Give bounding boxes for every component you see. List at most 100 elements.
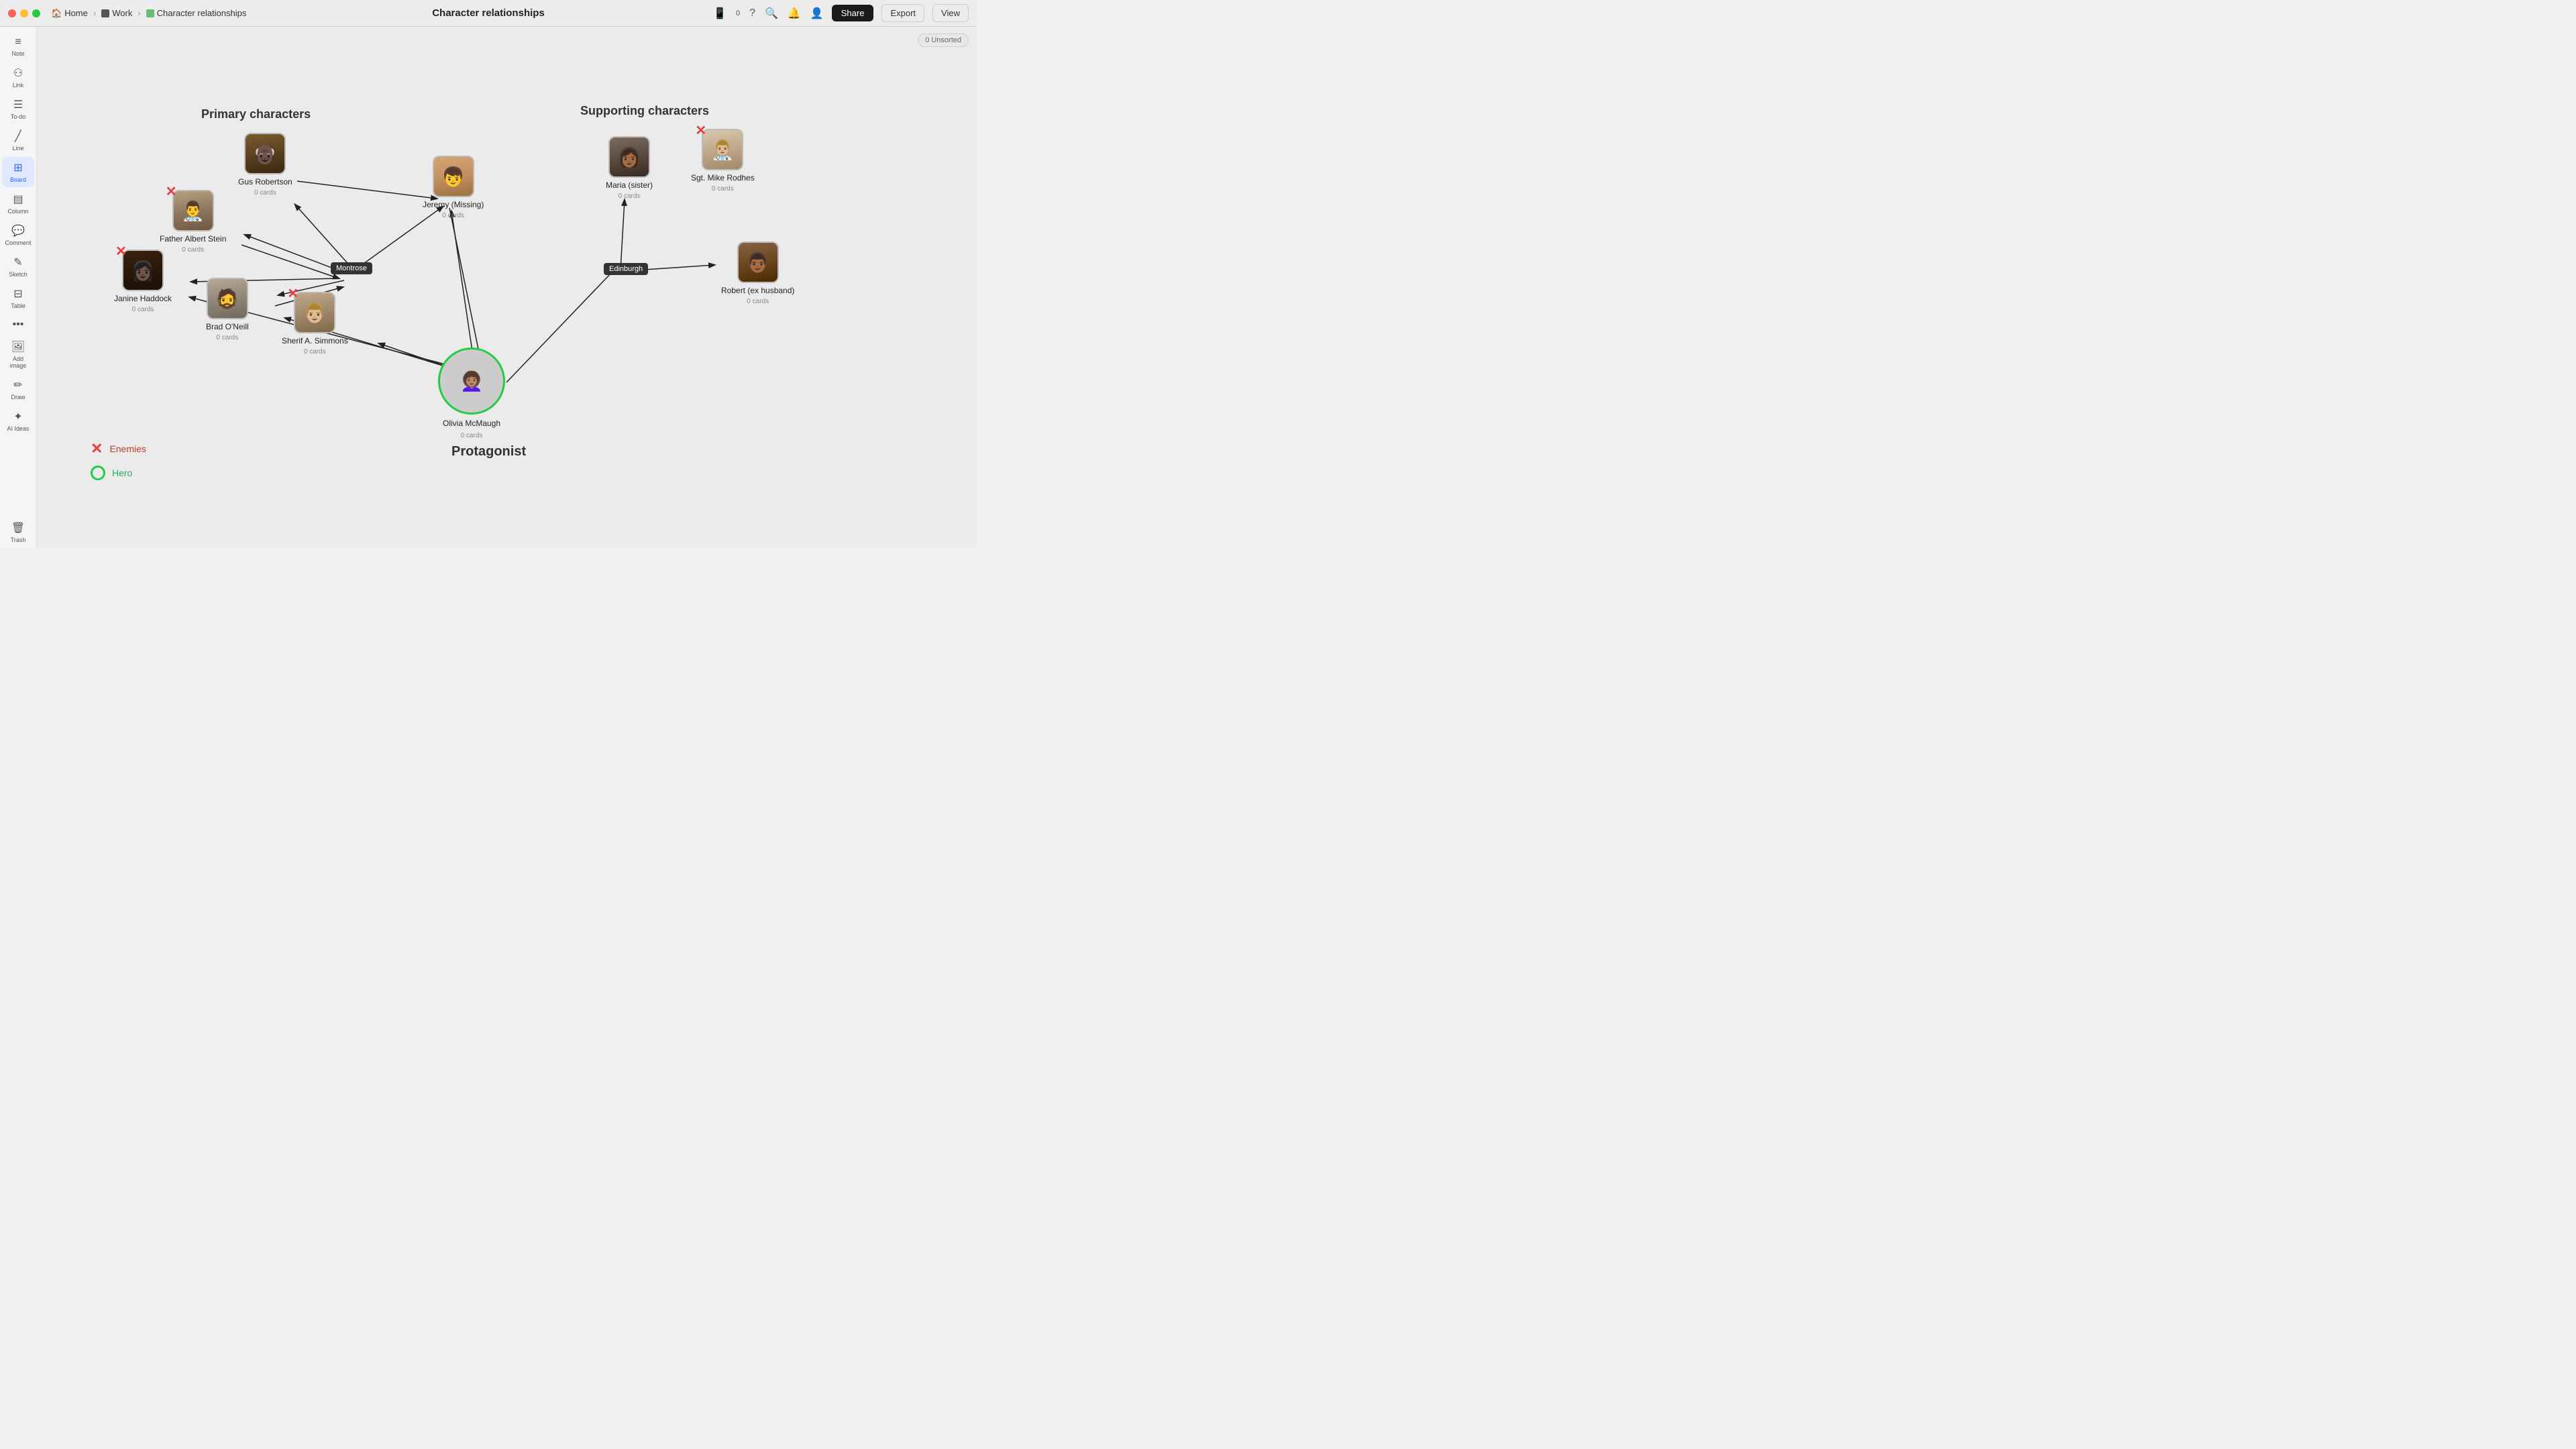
sidebar-item-link[interactable]: ⚇ Link <box>2 62 34 93</box>
titlebar-right: 📱 0 ? 🔍 🔔 👤 Share Export View <box>713 4 969 22</box>
board-icon: ⊞ <box>13 161 22 174</box>
sidebar-label-link: Link <box>13 82 24 89</box>
sidebar-item-ai-ideas[interactable]: ✦ AI Ideas <box>2 406 34 436</box>
enemy-marker-sherif: ✕ <box>287 285 299 302</box>
group-supporting-label: Supporting characters <box>580 104 709 118</box>
sidebar-item-draw[interactable]: ✏ Draw <box>2 374 34 405</box>
char-node-maria[interactable]: 👩🏾 Maria (sister) 0 cards <box>606 136 653 200</box>
sidebar: ≡ Note ⚇ Link ☰ To-do ╱ Line ⊞ Board ▤ C… <box>0 27 37 547</box>
legend-hero: Hero <box>91 466 146 480</box>
char-node-sherif[interactable]: ✕ 👨🏼 Sherif A. Simmons 0 cards <box>282 292 348 356</box>
device-icon[interactable]: 📱 <box>713 7 727 20</box>
view-button[interactable]: View <box>932 4 969 22</box>
char-name-robert: Robert (ex husband) <box>721 286 794 295</box>
sidebar-item-line[interactable]: ╱ Line <box>2 125 34 156</box>
char-cards-olivia: 0 cards <box>461 432 483 439</box>
char-node-brad[interactable]: 🧔 Brad O'Neill 0 cards <box>206 278 249 341</box>
maximize-button[interactable] <box>32 9 40 17</box>
trash-icon: 🗑 <box>11 521 25 535</box>
breadcrumb-work-label: Work <box>112 8 132 18</box>
char-name-jeremy: Jeremy (Missing) <box>423 200 484 209</box>
enemy-marker-janine: ✕ <box>115 243 127 260</box>
char-cards-sherif: 0 cards <box>304 348 326 356</box>
char-node-mike[interactable]: ✕ 👨🏼‍⚕️ Sgt. Mike Rodhes 0 cards <box>691 129 755 193</box>
sidebar-label-table: Table <box>11 303 25 309</box>
char-node-janine[interactable]: ✕ 👩🏿 Janine Haddock 0 cards <box>114 250 172 313</box>
char-cards-gus: 0 cards <box>254 189 276 197</box>
legend-hero-label: Hero <box>112 468 132 478</box>
sidebar-item-table[interactable]: ⊟ Table <box>2 283 34 313</box>
char-node-gus[interactable]: 👴🏿 Gus Robertson 0 cards <box>238 133 292 197</box>
legend-enemies-label: Enemies <box>109 443 146 454</box>
sidebar-item-column[interactable]: ▤ Column <box>2 189 34 219</box>
unsorted-badge: 0 Unsorted <box>918 34 969 47</box>
breadcrumb-doc[interactable]: Character relationships <box>146 8 247 18</box>
sidebar-label-trash: Trash <box>11 537 26 543</box>
protagonist-label: Protagonist <box>451 444 526 460</box>
legend: ✕ Enemies Hero <box>91 440 146 480</box>
char-cards-brad: 0 cards <box>216 334 238 341</box>
sidebar-label-ai-ideas: AI Ideas <box>7 425 29 432</box>
line-icon: ╱ <box>15 129 21 143</box>
char-name-olivia: Olivia McMaugh <box>443 419 500 428</box>
note-icon: ≡ <box>15 36 21 48</box>
share-button[interactable]: Share <box>832 5 874 21</box>
search-icon[interactable]: 🔍 <box>765 7 778 20</box>
help-icon[interactable]: ? <box>749 7 755 19</box>
toolbar-icons: 📱 0 ? 🔍 🔔 👤 <box>713 7 824 20</box>
todo-icon: ☰ <box>13 98 23 111</box>
enemies-icon: ✕ <box>91 440 103 458</box>
sidebar-item-more[interactable]: ••• <box>2 315 34 335</box>
legend-enemies: ✕ Enemies <box>91 440 146 458</box>
char-name-gus: Gus Robertson <box>238 177 292 186</box>
char-node-olivia[interactable]: 👩🏽‍🦱 Olivia McMaugh 0 cards <box>438 347 505 439</box>
sidebar-label-board: Board <box>10 176 26 183</box>
group-primary-label: Primary characters <box>201 107 311 121</box>
char-name-mike: Sgt. Mike Rodhes <box>691 173 755 182</box>
sidebar-label-note: Note <box>11 50 24 57</box>
ai-ideas-icon: ✦ <box>13 410 22 423</box>
comment-icon: 💬 <box>11 224 25 237</box>
draw-icon: ✏ <box>13 378 22 392</box>
char-cards-janine: 0 cards <box>132 306 154 313</box>
hero-icon <box>91 466 105 480</box>
sidebar-item-board[interactable]: ⊞ Board <box>2 157 34 187</box>
close-button[interactable] <box>8 9 16 17</box>
relationship-arrows <box>37 27 977 547</box>
sidebar-label-todo: To-do <box>11 113 26 120</box>
sidebar-label-add-image: Add image <box>5 356 32 369</box>
breadcrumb-work[interactable]: Work <box>101 8 132 18</box>
char-cards-maria: 0 cards <box>619 193 641 200</box>
page-title: Character relationships <box>432 7 545 19</box>
breadcrumb-home-label: Home <box>64 8 88 18</box>
profile-icon[interactable]: 👤 <box>810 7 824 20</box>
sidebar-item-trash[interactable]: 🗑 Trash <box>2 517 34 547</box>
export-button[interactable]: Export <box>881 4 924 22</box>
sidebar-item-add-image[interactable]: 🖼 Add image <box>2 336 34 373</box>
breadcrumb: 🏠 Home › Work › Character relationships <box>51 8 246 19</box>
sidebar-item-sketch[interactable]: ✎ Sketch <box>2 252 34 282</box>
char-name-brad: Brad O'Neill <box>206 322 249 331</box>
sidebar-item-note[interactable]: ≡ Note <box>2 32 34 61</box>
breadcrumb-home[interactable]: 🏠 Home <box>51 8 88 19</box>
main-canvas[interactable]: 0 Unsorted Primary characters Supporting… <box>37 27 977 547</box>
sketch-icon: ✎ <box>13 256 22 269</box>
breadcrumb-doc-label: Character relationships <box>157 8 247 18</box>
table-icon: ⊟ <box>13 287 22 301</box>
char-node-albert[interactable]: ✕ 👨‍⚕️ Father Albert Stein 0 cards <box>160 190 226 254</box>
montrose-label: Montrose <box>331 262 372 274</box>
char-name-albert: Father Albert Stein <box>160 234 226 244</box>
bell-icon[interactable]: 🔔 <box>788 7 801 20</box>
char-cards-mike: 0 cards <box>712 185 734 193</box>
char-node-robert[interactable]: 👨🏾 Robert (ex husband) 0 cards <box>721 241 794 305</box>
minimize-button[interactable] <box>20 9 28 17</box>
link-icon: ⚇ <box>13 66 23 80</box>
add-image-icon: 🖼 <box>11 340 25 354</box>
sidebar-label-draw: Draw <box>11 394 25 400</box>
sidebar-label-comment: Comment <box>5 239 31 246</box>
sidebar-item-todo[interactable]: ☰ To-do <box>2 94 34 124</box>
char-node-jeremy[interactable]: 👦 Jeremy (Missing) 0 cards <box>423 156 484 219</box>
sidebar-label-column: Column <box>7 208 28 215</box>
sidebar-item-comment[interactable]: 💬 Comment <box>2 220 34 250</box>
titlebar: 🏠 Home › Work › Character relationships … <box>0 0 977 27</box>
